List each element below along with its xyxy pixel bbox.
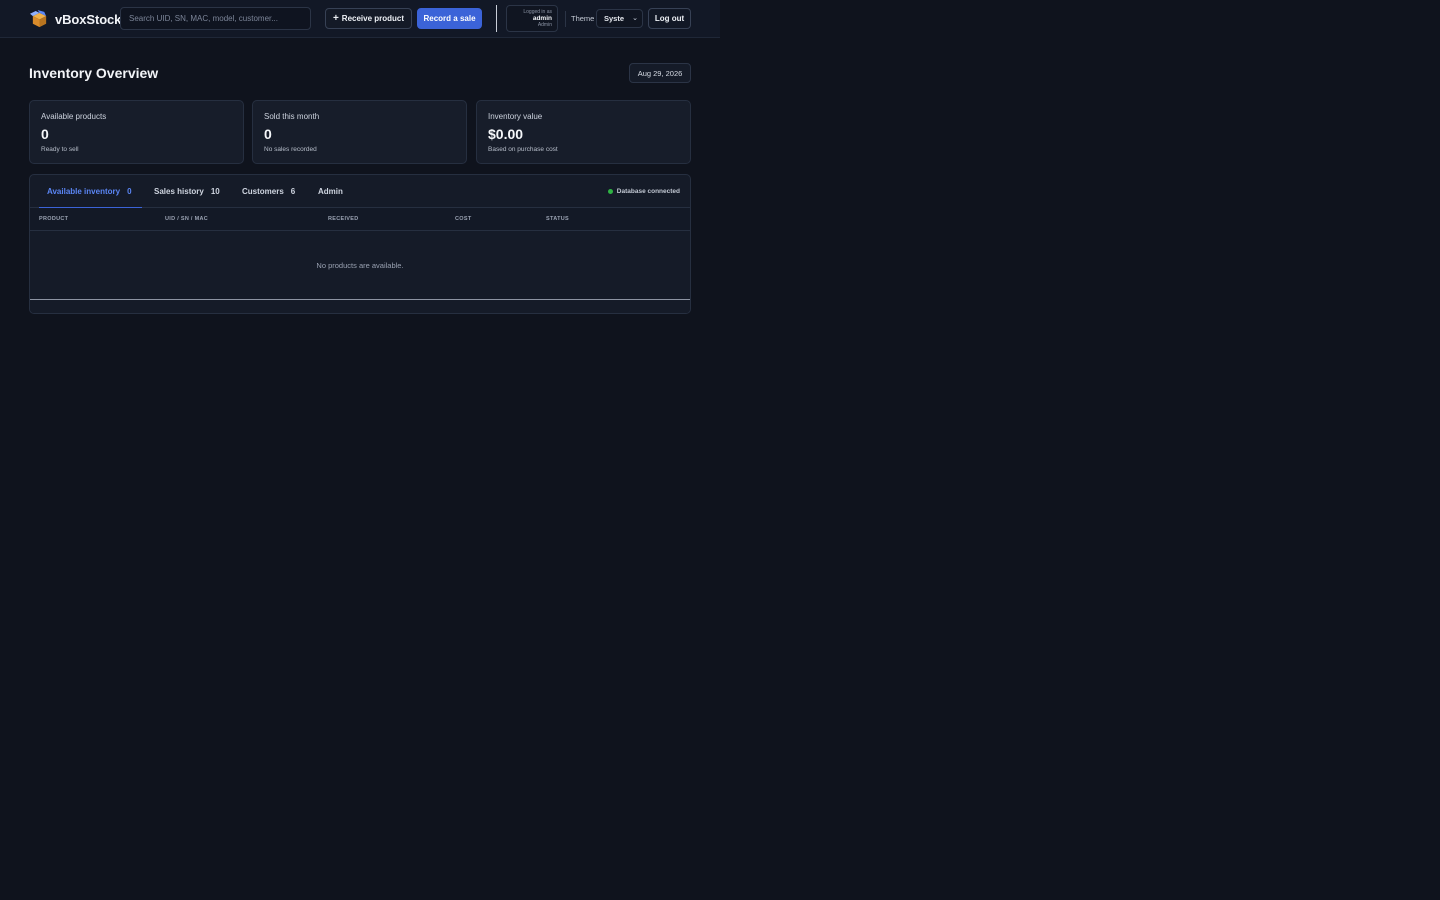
stat-label: Inventory value	[488, 112, 543, 121]
panel-footer	[30, 301, 690, 313]
box-logo-icon	[30, 9, 47, 27]
column-header-received[interactable]: RECEIVED	[328, 216, 359, 222]
tab-count: 10	[210, 187, 220, 196]
column-header-uid[interactable]: UID / SN / MAC	[165, 216, 208, 222]
tab-count: 0	[127, 187, 132, 196]
stat-card-available-products: Available products 0 Ready to sell	[29, 100, 244, 164]
theme-label: Theme	[571, 14, 595, 23]
date-chip: Aug 29, 2026	[629, 63, 691, 83]
tab-label: Sales history	[154, 187, 204, 196]
tab-label: Admin	[318, 187, 343, 196]
tab-available-inventory[interactable]: Available inventory 0	[39, 175, 141, 209]
stat-label: Sold this month	[264, 112, 320, 121]
database-status-text: Database connected	[616, 188, 680, 195]
column-header-status[interactable]: STATUS	[546, 216, 569, 222]
brand[interactable]: vBoxStock	[30, 9, 121, 29]
user-role: Admin	[537, 22, 552, 28]
table-header: PRODUCT UID / SN / MAC RECEIVED COST STA…	[30, 208, 690, 231]
stat-value: 0	[41, 126, 49, 142]
receive-product-label: Receive product	[341, 14, 405, 23]
inventory-panel: Available inventory 0 Sales history 10 C…	[29, 174, 691, 314]
stat-card-sold-this-month: Sold this month 0 No sales recorded	[252, 100, 467, 164]
column-header-product[interactable]: PRODUCT	[39, 216, 68, 222]
header-divider-2	[565, 11, 566, 27]
stat-sub: Ready to sell	[41, 146, 79, 153]
tab-customers[interactable]: Customers 6	[242, 175, 295, 208]
page-title: Inventory Overview	[29, 65, 159, 81]
search-input[interactable]	[120, 7, 311, 30]
tab-bar: Available inventory 0 Sales history 10 C…	[30, 175, 690, 209]
empty-message: No products are available.	[316, 261, 404, 270]
column-header-cost[interactable]: COST	[455, 216, 471, 222]
stat-sub: No sales recorded	[264, 146, 317, 153]
stat-value: $0.00	[488, 126, 524, 142]
status-dot-icon	[607, 189, 613, 194]
theme-select-value: Syste	[604, 14, 625, 23]
stat-value: 0	[264, 126, 272, 142]
tab-label: Available inventory	[47, 187, 121, 196]
stat-label: Available products	[41, 112, 107, 121]
top-bar: vBoxStock + Receive product Record a sal…	[0, 0, 720, 38]
user-info: Logged in as admin Admin	[506, 5, 558, 32]
stat-card-inventory-value: Inventory value $0.00 Based on purchase …	[476, 100, 691, 164]
app-name: vBoxStock	[55, 11, 122, 27]
receive-product-button[interactable]: + Receive product	[325, 8, 412, 29]
theme-select[interactable]: Syste ⌄	[596, 9, 643, 28]
plus-icon: +	[332, 12, 339, 24]
tab-label: Customers	[242, 187, 284, 196]
tab-sales-history[interactable]: Sales history 10	[154, 175, 220, 208]
empty-table-row: No products are available.	[30, 231, 690, 300]
username: admin	[532, 15, 552, 22]
tab-count: 6	[290, 187, 296, 196]
logout-button[interactable]: Log out	[648, 8, 691, 29]
tab-admin[interactable]: Admin	[318, 175, 343, 208]
database-status: Database connected	[607, 188, 680, 195]
chevron-down-icon: ⌄	[632, 15, 638, 22]
record-sale-button[interactable]: Record a sale	[417, 8, 482, 29]
header-divider	[496, 5, 497, 32]
stat-sub: Based on purchase cost	[488, 146, 558, 153]
